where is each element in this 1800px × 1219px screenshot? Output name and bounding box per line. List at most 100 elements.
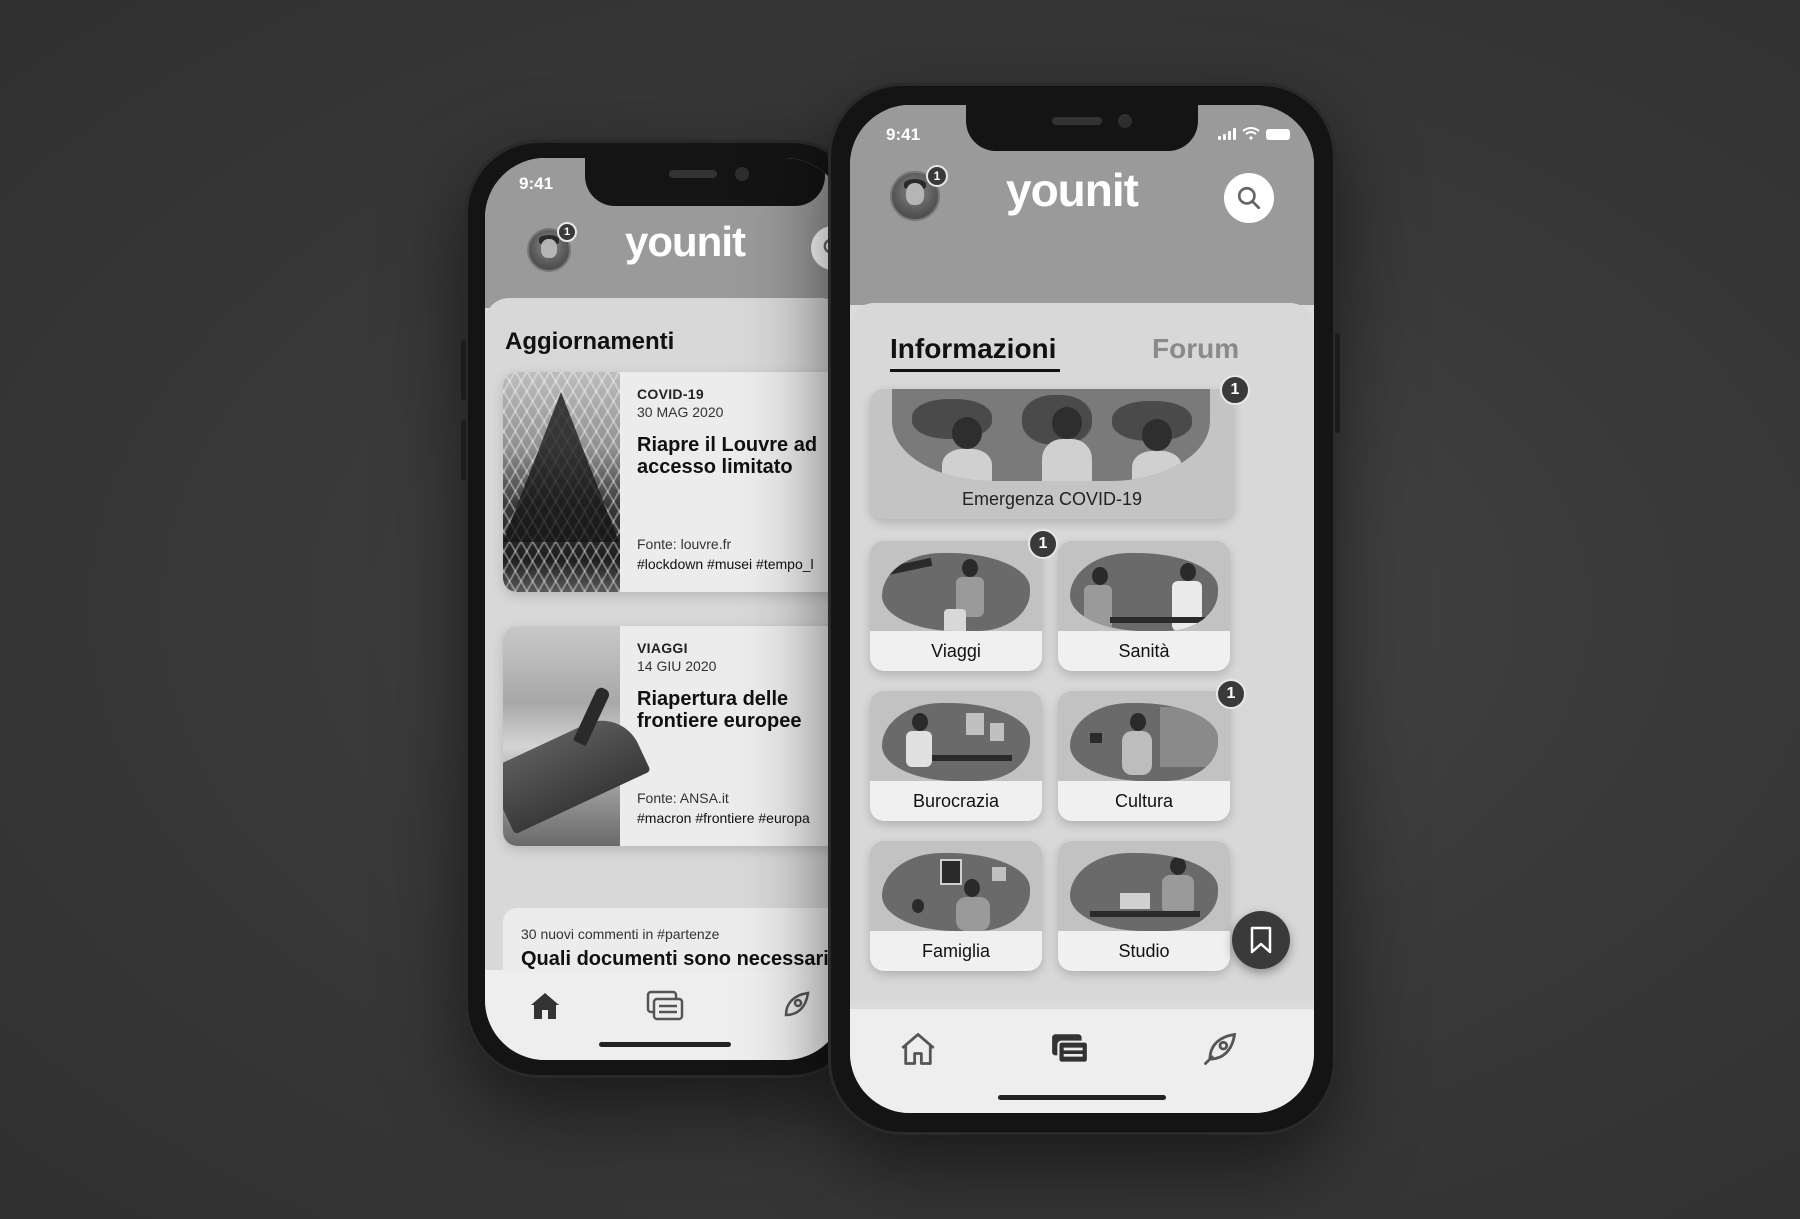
document — [990, 723, 1004, 741]
figure-body — [906, 731, 932, 767]
volume-up-button — [461, 340, 466, 400]
category-label-wrap: Viaggi — [870, 631, 1042, 671]
news-body: VIAGGI 14 GIU 2020 Riapertura delle fron… — [637, 640, 845, 732]
tab-bar — [850, 1009, 1314, 1113]
covid-card[interactable]: Emergenza COVID-19 — [870, 389, 1234, 519]
volume-down-button — [461, 420, 466, 480]
figure-head — [1092, 567, 1108, 585]
figure-head — [964, 879, 980, 897]
signal-icon — [1218, 128, 1236, 140]
pyramid-shape — [503, 392, 619, 542]
category-label: Burocrazia — [912, 790, 1000, 811]
tab-informazioni[interactable]: Informazioni — [890, 333, 1056, 365]
desk — [1090, 911, 1200, 917]
category-label-wrap: Famiglia — [870, 931, 1042, 971]
chat-icon[interactable] — [1048, 1027, 1092, 1071]
news-title: Riapertura delle frontiere europee — [637, 688, 802, 732]
category-label: Cultura — [1114, 790, 1174, 811]
avatar-face — [905, 183, 925, 206]
figure-head — [912, 713, 928, 731]
news-image-plane — [503, 626, 651, 846]
news-body: COVID-19 30 MAG 2020 Riapre il Louvre ad… — [637, 386, 845, 478]
viaggi-illustration — [882, 553, 1030, 631]
frame — [940, 859, 962, 885]
famiglia-illustration — [882, 853, 1030, 931]
figure-head — [1130, 713, 1146, 731]
home-indicator — [998, 1095, 1166, 1100]
status-icons — [1218, 127, 1290, 140]
app-logo: younit — [625, 218, 746, 265]
home-icon[interactable] — [525, 986, 565, 1026]
category-label-wrap: Studio — [1058, 931, 1230, 971]
category-label-wrap: Sanità — [1058, 631, 1230, 671]
chat-icon[interactable] — [645, 986, 685, 1026]
status-time: 9:41 — [519, 174, 554, 193]
tab-bar — [485, 970, 845, 1060]
figure-body — [1084, 585, 1112, 631]
news-card[interactable]: COVID-19 30 MAG 2020 Riapre il Louvre ad… — [503, 372, 845, 592]
power-button — [1335, 333, 1340, 433]
phone-left: 9:41 1 younit Aggiornamenti COVID-19 30 … — [461, 140, 865, 1078]
news-date: 30 MAG 2020 — [637, 404, 724, 420]
news-image-louvre — [503, 372, 620, 592]
category-label-wrap: Burocrazia — [870, 781, 1042, 821]
search-icon — [1237, 186, 1261, 210]
news-category: VIAGGI — [637, 640, 688, 656]
news-card[interactable]: VIAGGI 14 GIU 2020 Riapertura delle fron… — [503, 626, 845, 846]
covid-badge: 1 — [1220, 375, 1250, 405]
category-label: Sanità — [1118, 640, 1170, 661]
battery-icon — [1266, 129, 1290, 140]
news-source: Fonte: louvre.fr — [637, 536, 732, 552]
figure-body — [1122, 731, 1152, 775]
category-card-viaggi[interactable]: Viaggi — [870, 541, 1042, 671]
document — [966, 713, 984, 735]
category-card-famiglia[interactable]: Famiglia — [870, 841, 1042, 971]
news-tags: #macron #frontiere #europa — [637, 810, 810, 826]
notch — [585, 158, 825, 206]
speaker — [669, 170, 717, 178]
right-screen: 9:41 1 younit Informazioni Forum Emergen… — [850, 105, 1314, 1113]
figure-head — [1170, 857, 1186, 875]
avatar-badge: 1 — [557, 222, 577, 242]
left-screen: 9:41 1 younit Aggiornamenti COVID-19 30 … — [485, 158, 845, 1060]
figure-body — [1162, 875, 1194, 915]
category-label: Viaggi — [931, 640, 981, 661]
desk — [1110, 617, 1210, 623]
tab-forum[interactable]: Forum — [1152, 333, 1239, 365]
frame — [1090, 733, 1102, 743]
rocket-icon[interactable] — [775, 986, 815, 1026]
suitcase — [944, 609, 966, 631]
studio-illustration — [1070, 853, 1218, 931]
figure-body — [956, 897, 990, 931]
frame — [992, 867, 1006, 881]
cultura-illustration — [1070, 703, 1218, 781]
figure-head — [962, 559, 978, 577]
news-category: COVID-19 — [637, 386, 704, 402]
status-time: 9:41 — [886, 125, 921, 144]
forum-meta: 30 nuovi commenti in #partenze — [521, 926, 720, 942]
category-card-sanita[interactable]: Sanità — [1058, 541, 1230, 671]
category-card-cultura[interactable]: Cultura — [1058, 691, 1230, 821]
bookmark-button[interactable] — [1232, 911, 1290, 969]
camera — [735, 167, 749, 181]
news-source: Fonte: ANSA.it — [637, 790, 729, 806]
avatar-badge: 1 — [926, 165, 948, 187]
person-body — [942, 449, 992, 481]
news-tags: #lockdown #musei #tempo_l — [637, 556, 814, 572]
person-head — [1142, 419, 1172, 451]
home-icon[interactable] — [896, 1027, 940, 1071]
search-button[interactable] — [1224, 173, 1274, 223]
category-label: Studio — [1118, 940, 1170, 961]
person-head — [952, 417, 982, 449]
news-date: 14 GIU 2020 — [637, 658, 717, 674]
painting — [1160, 707, 1218, 767]
avatar-face — [541, 238, 557, 258]
bookmark-icon — [1250, 926, 1272, 954]
rocket-icon[interactable] — [1198, 1027, 1242, 1071]
person-body — [1132, 451, 1182, 481]
app-logo: younit — [1006, 164, 1139, 216]
wing-shape — [503, 707, 651, 835]
category-card-burocrazia[interactable]: Burocrazia — [870, 691, 1042, 821]
covid-illustration — [892, 389, 1210, 481]
category-card-studio[interactable]: Studio — [1058, 841, 1230, 971]
